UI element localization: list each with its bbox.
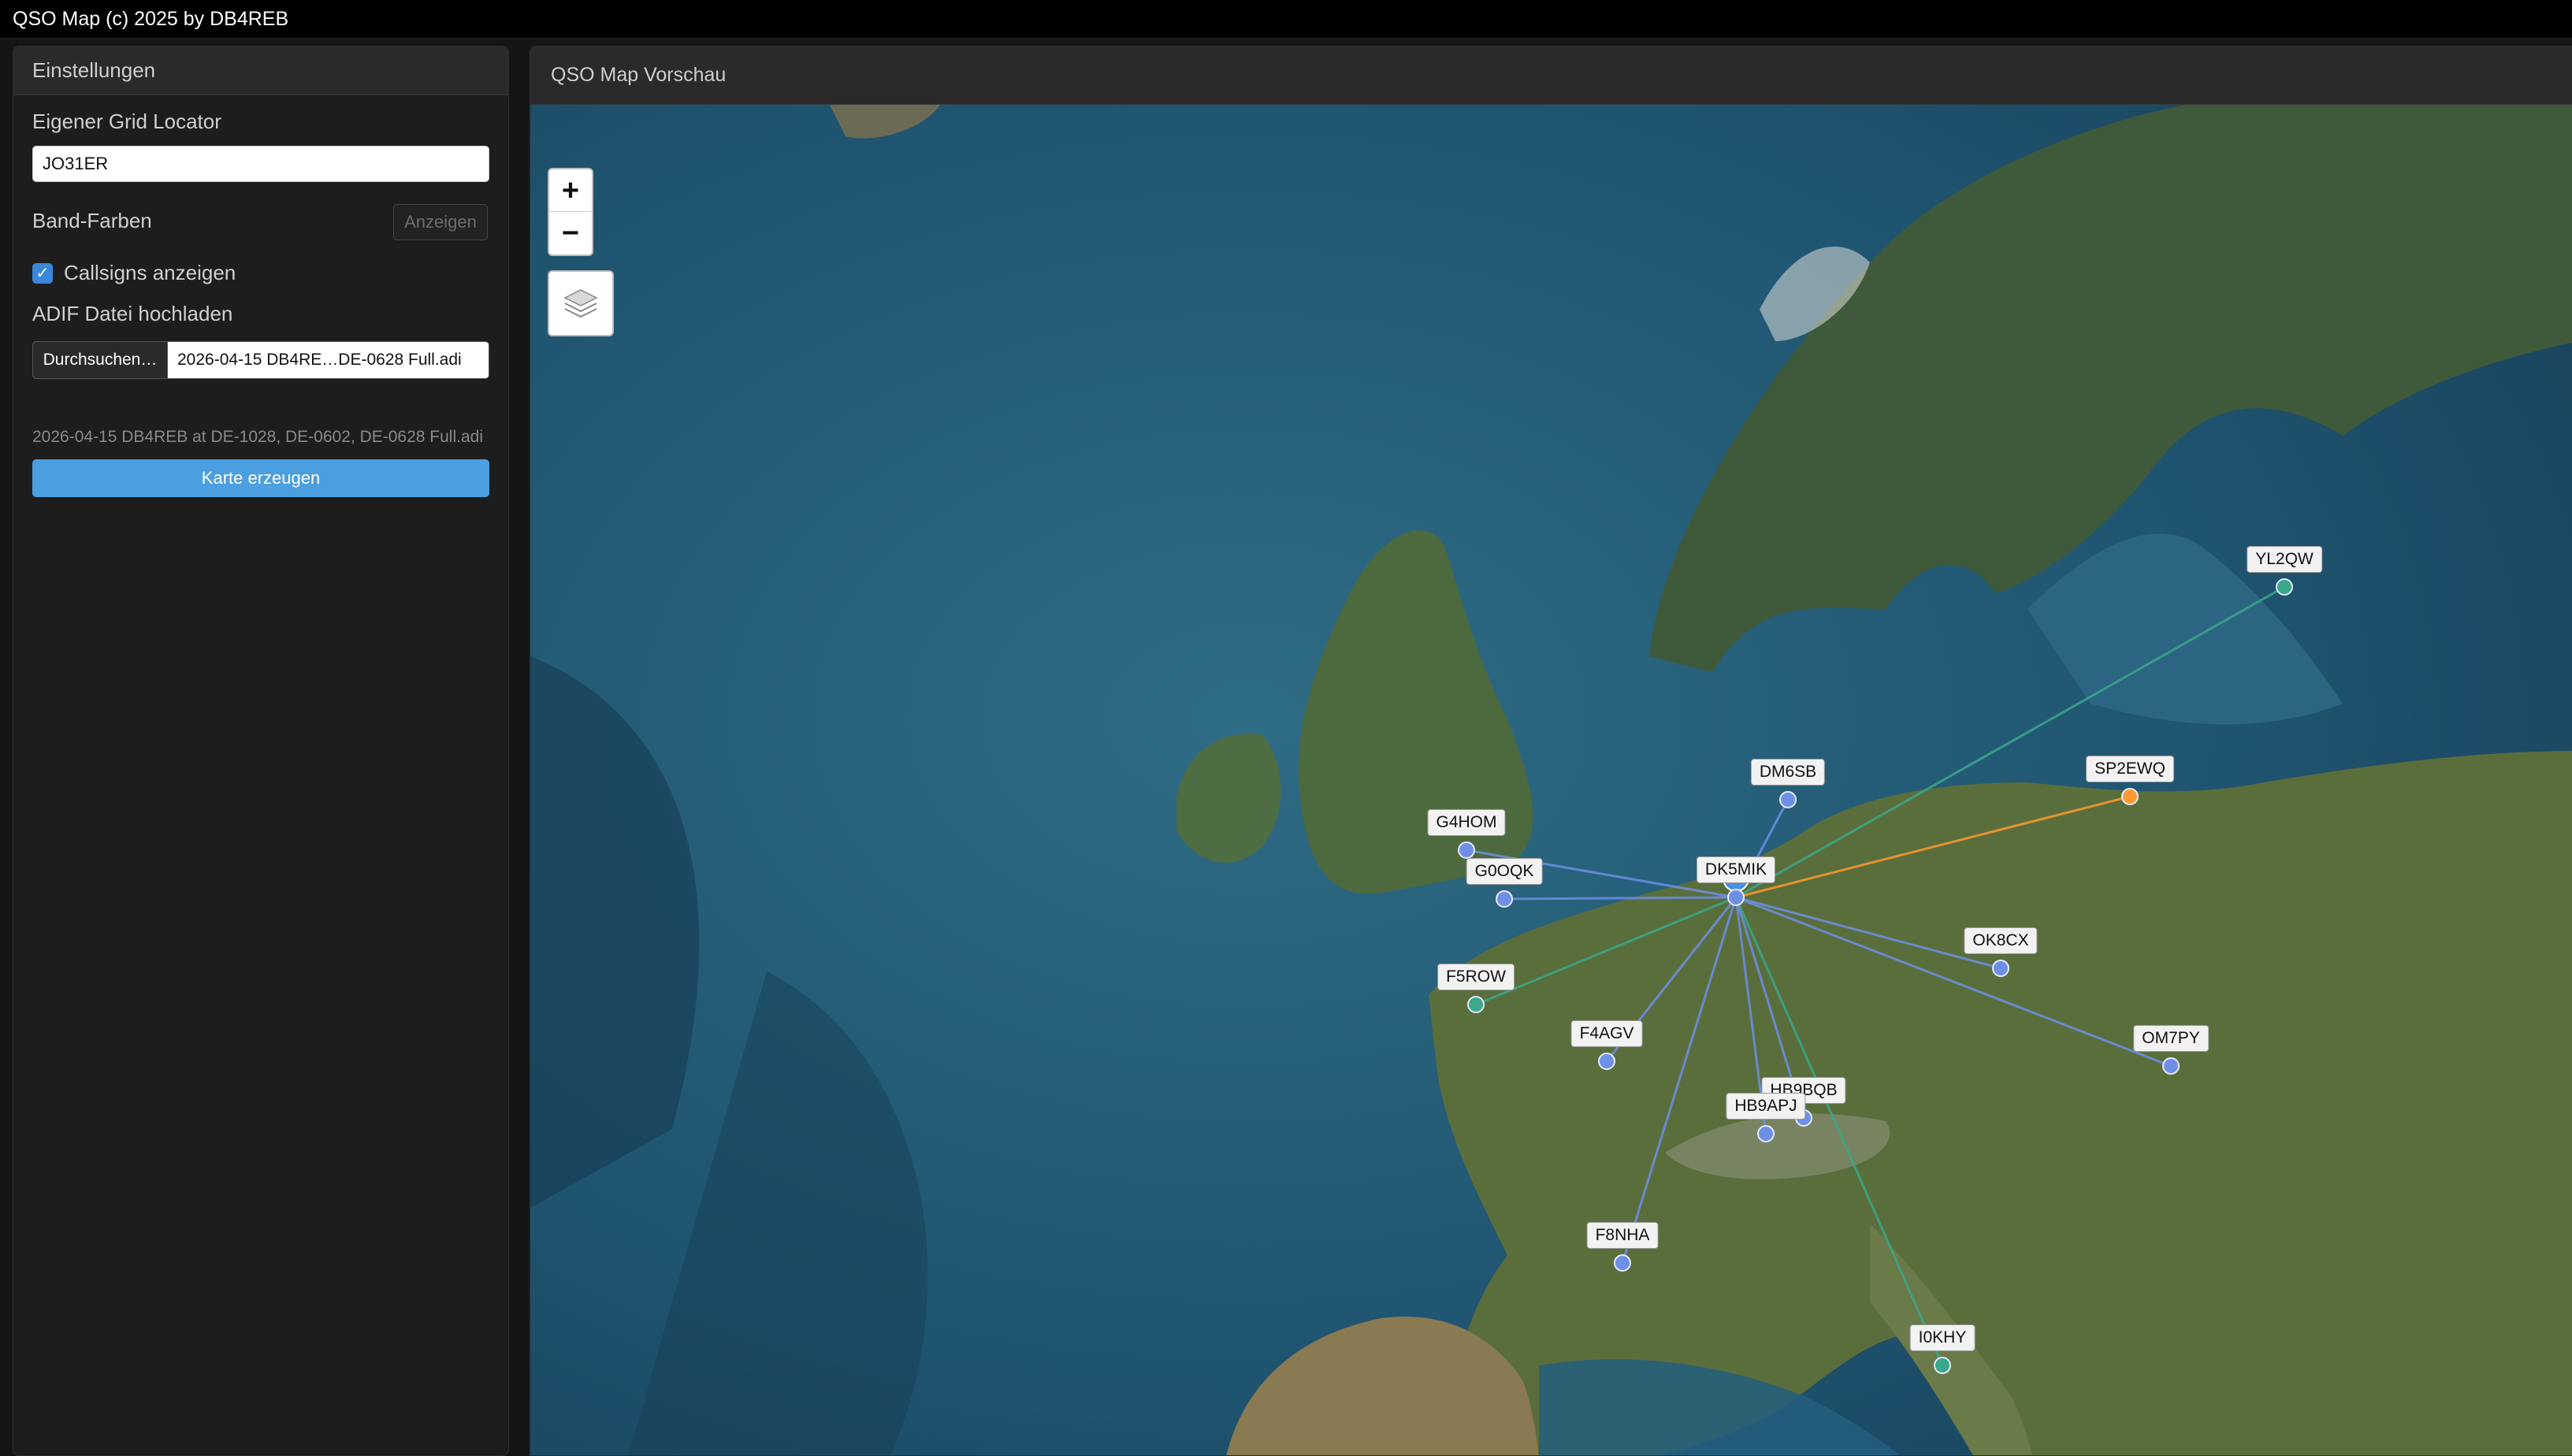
window-title: QSO Map (c) 2025 by DB4REB xyxy=(0,0,2572,39)
adif-upload-label: ADIF Datei hochladen xyxy=(32,302,233,325)
station-marker-hb9apj[interactable] xyxy=(1757,1125,1775,1142)
grid-locator-label: Eigener Grid Locator xyxy=(32,110,221,133)
adif-file-input[interactable]: Durchsuchen… 2026-04-15 DB4RE…DE-0628 Fu… xyxy=(32,341,489,379)
callsign-label-ok8cx: OK8CX xyxy=(1964,927,2038,954)
callsigns-checkbox[interactable]: ✓ xyxy=(32,262,53,284)
grid-locator-input[interactable] xyxy=(32,146,489,182)
station-marker-g4hom[interactable] xyxy=(1458,841,1475,859)
callsign-label-g0oqk: G0OQK xyxy=(1466,858,1543,885)
qso-line-yl2qw xyxy=(1735,585,2285,899)
qso-line-sp2ewq xyxy=(1735,795,2131,899)
file-hint: 2026-04-15 DB4REB at DE-1028, DE-0602, D… xyxy=(32,428,483,446)
settings-panel: Einstellungen Eigener Grid Locator Band-… xyxy=(13,46,509,1456)
qso-line-f5row xyxy=(1475,896,1737,1006)
callsign-label-f5row: F5ROW xyxy=(1437,964,1515,990)
station-marker-dm6sb[interactable] xyxy=(1779,791,1797,808)
callsign-label-dm6sb: DM6SB xyxy=(1750,759,1826,786)
zoom-out-button[interactable]: − xyxy=(549,212,592,254)
callsign-label-om7py: OM7PY xyxy=(2133,1025,2209,1052)
layers-icon xyxy=(563,289,598,318)
station-marker-f4agv[interactable] xyxy=(1598,1053,1615,1070)
map-panel: QSO Map Vorschau YL2QW DM6SB SP2EWQ G4HO… xyxy=(530,46,2572,1456)
callsign-label-f8nha: F8NHA xyxy=(1586,1222,1659,1249)
callsign-label-f4agv: F4AGV xyxy=(1570,1020,1643,1047)
show-band-colors-button[interactable]: Anzeigen xyxy=(393,204,488,240)
callsigns-toggle[interactable]: ✓ Callsigns anzeigen xyxy=(32,261,236,285)
band-colors-label: Band-Farben xyxy=(32,209,152,232)
station-marker-sp2ewq[interactable] xyxy=(2121,788,2139,805)
generate-map-button[interactable]: Karte erzeugen xyxy=(32,459,489,497)
zoom-control[interactable]: + − xyxy=(548,168,593,256)
qso-line-g0oqk xyxy=(1503,896,1737,901)
station-marker-om7py[interactable] xyxy=(2162,1057,2180,1075)
qso-line-ok8cx xyxy=(1735,896,2001,970)
station-marker-f8nha[interactable] xyxy=(1614,1254,1631,1272)
home-station-dot[interactable] xyxy=(1727,889,1745,906)
layers-control-button[interactable] xyxy=(548,270,614,336)
station-marker-i0khy[interactable] xyxy=(1934,1357,1951,1374)
map-header: QSO Map Vorschau xyxy=(530,46,2572,105)
qso-line-f8nha xyxy=(1621,897,1738,1264)
callsigns-label: Callsigns anzeigen xyxy=(64,261,236,284)
callsign-label-g4hom: G4HOM xyxy=(1427,809,1506,836)
settings-header: Einstellungen xyxy=(13,46,508,95)
selected-file-name: 2026-04-15 DB4RE…DE-0628 Full.adi xyxy=(177,351,462,369)
callsign-label-sp2ewq: SP2EWQ xyxy=(2086,756,2174,782)
station-marker-ok8cx[interactable] xyxy=(1992,960,2009,977)
map-canvas[interactable]: YL2QW DM6SB SP2EWQ G4HOM G0OQK OK8CX F5ROW F4AG… xyxy=(530,105,2572,1455)
callsign-label-yl2qw: YL2QW xyxy=(2247,546,2322,573)
callsign-label-hb9apj: HB9APJ xyxy=(1726,1093,1806,1120)
zoom-in-button[interactable]: + xyxy=(549,169,592,212)
station-marker-yl2qw[interactable] xyxy=(2276,578,2293,596)
qso-lines-layer xyxy=(1458,578,2293,1374)
browse-button[interactable]: Durchsuchen… xyxy=(33,342,168,378)
qso-line-om7py xyxy=(1735,896,2172,1068)
callsign-label-home: DK5MIK xyxy=(1696,856,1776,883)
station-marker-g0oqk[interactable] xyxy=(1496,890,1513,908)
station-marker-f5row[interactable] xyxy=(1467,996,1485,1013)
callsign-label-i0khy: I0KHY xyxy=(1909,1324,1975,1351)
